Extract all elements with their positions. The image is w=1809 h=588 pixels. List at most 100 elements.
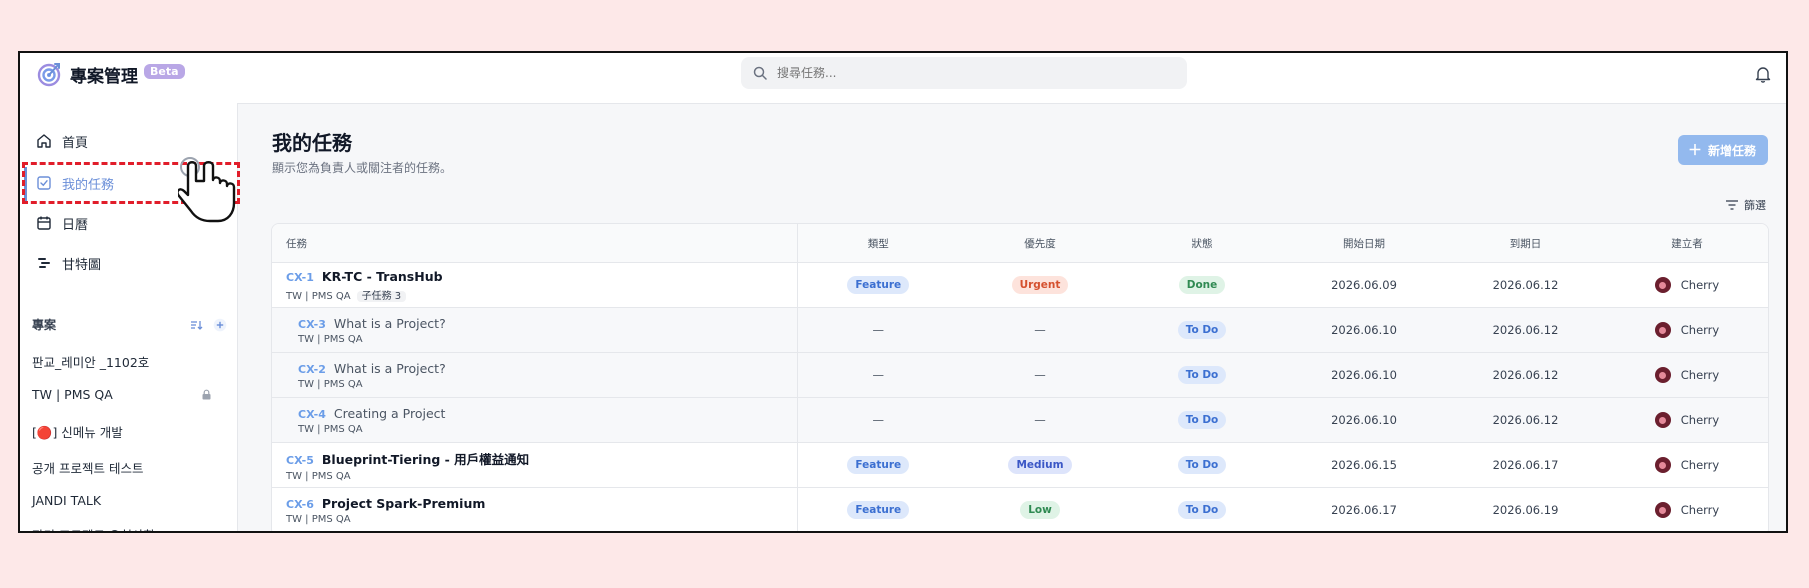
task-name[interactable]: KR-TC - TransHub [322,269,443,284]
project-item[interactable]: 잔디 프로젝트 요청사항 [32,525,212,531]
sidebar-item-gantt[interactable]: 甘特圖 [20,243,237,283]
main-content: 我的任務 顯示您為負責人或關注者的任務。 ＋ 新增任務 篩選 任務 類型 優先度 [238,103,1786,531]
project-label: [🔴] 신메뉴 개발 [32,425,123,440]
creator-name: Cherry [1680,368,1720,382]
filter-button[interactable]: 篩選 [1726,197,1766,213]
due-date-cell: 2026.06.19 [1445,487,1606,531]
avatar [1654,277,1671,293]
priority-badge: Low [1020,501,1060,519]
due-date-cell: 2026.06.12 [1445,352,1606,398]
task-id[interactable]: CX-6 [286,498,314,511]
sort-icon[interactable] [189,318,203,332]
start-date-cell: 2026.06.10 [1283,352,1445,398]
column-header-due-date[interactable]: 到期日 [1445,224,1606,263]
priority-cell: Urgent [959,262,1121,308]
page-title: 我的任務 [272,131,352,155]
task-id[interactable]: CX-5 [286,454,314,467]
task-cell[interactable]: CX-4 Creating a Project TW | PMS QA [272,397,798,443]
due-date-cell: 2026.06.17 [1445,442,1606,488]
status-cell: To Do [1121,307,1283,353]
task-project: TW | PMS QA [298,333,363,345]
column-header-type[interactable]: 類型 [797,224,959,263]
priority-cell: Low [959,487,1121,531]
start-date-cell: 2026.06.10 [1283,397,1445,443]
search-input[interactable] [775,65,1159,81]
table-row[interactable]: CX-5 Blueprint-Tiering - 用戶權益通知 TW | PMS … [272,442,1768,488]
home-icon [36,133,52,149]
column-header-start-date[interactable]: 開始日期 [1283,224,1445,263]
column-header-creator[interactable]: 建立者 [1606,224,1768,263]
task-name[interactable]: Blueprint-Tiering - 用戶權益通知 [322,452,529,467]
app-logo[interactable]: 專案管理 Beta [36,61,185,87]
status-badge[interactable]: To Do [1177,411,1227,429]
search-box[interactable] [741,57,1187,89]
hand-pointer-icon [178,157,236,223]
status-cell: To Do [1121,397,1283,443]
project-item[interactable]: JANDI TALK [32,493,212,508]
project-label: 공개 프로젝트 테스트 [32,461,144,476]
type-cell: — [797,397,959,443]
status-cell: Done [1121,262,1283,308]
status-badge[interactable]: To Do [1177,456,1227,474]
task-cell[interactable]: CX-2 What is a Project? TW | PMS QA [272,352,798,398]
project-label: 판교_레미안 _1102호 [32,355,150,370]
priority-badge: Medium [1008,456,1072,474]
lock-icon [202,389,211,400]
type-badge: Feature [847,276,910,294]
task-cell[interactable]: CX-5 Blueprint-Tiering - 用戶權益通知 TW | PMS … [272,442,798,488]
avatar [1654,367,1671,383]
task-name[interactable]: What is a Project? [334,316,446,331]
due-date-cell: 2026.06.12 [1445,262,1606,308]
task-name[interactable]: What is a Project? [334,361,446,376]
task-table: 任務 類型 優先度 狀態 開始日期 到期日 建立者 CX-1 KR-TC - Tr… [271,223,1769,531]
task-name[interactable]: Project Spark-Premium [322,496,486,511]
due-date-cell: 2026.06.12 [1445,397,1606,443]
project-item[interactable]: 판교_레미안 _1102호 [32,352,212,371]
page-subtitle: 顯示您為負責人或關注者的任務。 [272,161,453,175]
task-id[interactable]: CX-2 [298,363,326,376]
start-date-cell: 2026.06.10 [1283,307,1445,353]
project-item[interactable]: [🔴] 신메뉴 개발 [32,422,212,441]
task-cell[interactable]: CX-1 KR-TC - TransHub TW | PMS QA 子任務 3 [272,262,798,308]
task-cell[interactable]: CX-3 What is a Project? TW | PMS QA [272,307,798,353]
bell-icon[interactable] [1754,65,1772,83]
gantt-icon [36,255,52,271]
priority-cell: Medium [959,442,1121,488]
column-header-task[interactable]: 任務 [272,224,798,263]
start-date-cell: 2026.06.15 [1283,442,1445,488]
task-id[interactable]: CX-1 [286,271,314,284]
start-date-cell: 2026.06.17 [1283,487,1445,531]
sidebar-item-label: 日曆 [62,217,89,233]
column-header-status[interactable]: 狀態 [1121,224,1283,263]
creator-name: Cherry [1680,278,1720,292]
task-name[interactable]: Creating a Project [334,406,446,421]
type-cell: Feature [797,487,959,531]
add-project-icon[interactable] [213,318,227,332]
status-badge[interactable]: To Do [1177,366,1227,384]
plus-icon: ＋ [1687,143,1702,159]
column-header-priority[interactable]: 優先度 [959,224,1121,263]
project-item[interactable]: TW | PMS QA [32,387,212,402]
table-row[interactable]: CX-4 Creating a Project TW | PMS QA — — T… [272,397,1768,443]
table-row[interactable]: CX-1 KR-TC - TransHub TW | PMS QA 子任務 3 Fe… [272,262,1768,308]
subtask-count[interactable]: 子任務 3 [356,290,407,302]
table-row[interactable]: CX-3 What is a Project? TW | PMS QA — — T… [272,307,1768,353]
table-row[interactable]: CX-2 What is a Project? TW | PMS QA — — T… [272,352,1768,398]
app-window: 專案管理 Beta 首頁 [18,51,1788,533]
status-badge[interactable]: To Do [1177,501,1227,519]
add-task-button[interactable]: ＋ 新增任務 [1677,135,1768,165]
add-task-label: 新增任務 [1707,143,1756,158]
status-badge[interactable]: Done [1178,276,1226,294]
task-id[interactable]: CX-3 [298,318,326,331]
creator-name: Cherry [1680,458,1720,472]
task-cell[interactable]: CX-6 Project Spark-Premium TW | PMS QA [272,487,798,531]
table-row[interactable]: CX-6 Project Spark-Premium TW | PMS QA Fe… [272,487,1768,531]
top-bar: 專案管理 Beta [20,53,1786,104]
status-cell: To Do [1121,442,1283,488]
status-badge[interactable]: To Do [1177,321,1227,339]
task-id[interactable]: CX-4 [298,408,326,421]
project-item[interactable]: 공개 프로젝트 테스트 [32,458,212,477]
task-project: TW | PMS QA [286,513,351,525]
task-project: TW | PMS QA [298,423,363,435]
type-cell: — [797,307,959,353]
